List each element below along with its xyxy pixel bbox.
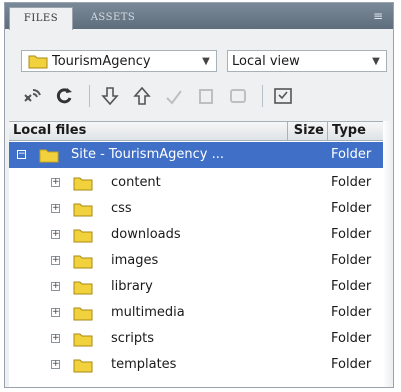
folder-type: Folder bbox=[331, 227, 372, 242]
toolbar bbox=[19, 81, 391, 111]
folder-icon bbox=[73, 307, 93, 321]
expand-plus-icon[interactable]: + bbox=[51, 360, 60, 369]
folder-name: downloads bbox=[111, 227, 181, 242]
folder-name: images bbox=[111, 253, 159, 268]
folder-type: Folder bbox=[331, 175, 372, 190]
expand-plus-icon[interactable]: + bbox=[51, 178, 60, 187]
table-row[interactable]: + templates Folder bbox=[9, 352, 391, 378]
folder-name: content bbox=[111, 175, 161, 190]
table-row[interactable]: + css Folder bbox=[9, 196, 391, 222]
table-row[interactable]: + library Folder bbox=[9, 274, 391, 300]
folder-type: Folder bbox=[331, 279, 372, 294]
tab-files[interactable]: FILES bbox=[9, 7, 73, 30]
table-row[interactable]: + images Folder bbox=[9, 248, 391, 274]
scrollbar-edge bbox=[383, 121, 391, 387]
table-row-root[interactable]: − Site - TourismAgency ... Folder bbox=[9, 142, 391, 168]
table-row[interactable]: + content Folder bbox=[9, 170, 391, 196]
folder-icon bbox=[73, 333, 93, 347]
folder-name: css bbox=[111, 201, 132, 216]
folder-icon bbox=[73, 281, 93, 295]
expand-plus-icon[interactable]: + bbox=[51, 230, 60, 239]
column-header-name[interactable]: Local files bbox=[13, 122, 86, 140]
folder-icon bbox=[73, 255, 93, 269]
expand-icon[interactable] bbox=[269, 83, 297, 109]
folder-icon bbox=[28, 55, 48, 69]
folder-icon bbox=[39, 149, 59, 163]
folder-type: Folder bbox=[331, 357, 372, 372]
view-select-value: Local view bbox=[232, 53, 300, 69]
table-row[interactable]: + downloads Folder bbox=[9, 222, 391, 248]
folder-type: Folder bbox=[331, 201, 372, 216]
folder-name: templates bbox=[111, 357, 177, 372]
root-folder-name: Site - TourismAgency ... bbox=[71, 147, 224, 162]
local-files-table: Local files Size Type − Site - TourismAg… bbox=[9, 121, 391, 387]
root-folder-type: Folder bbox=[331, 147, 372, 162]
table-row[interactable]: + scripts Folder bbox=[9, 326, 391, 352]
site-select-value: TourismAgency bbox=[52, 53, 151, 69]
refresh-icon[interactable] bbox=[51, 83, 79, 109]
table-row[interactable]: + multimedia Folder bbox=[9, 300, 391, 326]
files-panel: FILES ASSETS ≡ TourismAgency ▼ Local vie… bbox=[4, 2, 394, 388]
expand-plus-icon[interactable]: + bbox=[51, 204, 60, 213]
folder-icon bbox=[73, 203, 93, 217]
view-select[interactable]: Local view ▼ bbox=[227, 50, 387, 72]
connect-icon[interactable] bbox=[19, 83, 47, 109]
folder-icon bbox=[73, 359, 93, 373]
folder-name: multimedia bbox=[111, 305, 185, 320]
get-files-icon[interactable] bbox=[96, 83, 124, 109]
menu-icon[interactable]: ≡ bbox=[367, 9, 389, 23]
chevron-down-icon[interactable]: ▼ bbox=[366, 51, 386, 71]
panel-tab-strip: FILES ASSETS ≡ bbox=[5, 3, 393, 30]
toolbar-divider bbox=[89, 85, 90, 107]
folder-type: Folder bbox=[331, 253, 372, 268]
site-select[interactable]: TourismAgency ▼ bbox=[21, 50, 217, 72]
sync-icon[interactable] bbox=[224, 83, 252, 109]
toolbar-divider bbox=[262, 85, 263, 107]
folder-type: Folder bbox=[331, 331, 372, 346]
folder-icon bbox=[73, 177, 93, 191]
check-out-icon[interactable] bbox=[160, 83, 188, 109]
expand-plus-icon[interactable]: + bbox=[51, 334, 60, 343]
put-files-icon[interactable] bbox=[128, 83, 156, 109]
tab-assets[interactable]: ASSETS bbox=[75, 7, 151, 29]
expand-plus-icon[interactable]: + bbox=[51, 308, 60, 317]
folder-name: library bbox=[111, 279, 153, 294]
folder-icon bbox=[73, 229, 93, 243]
folder-type: Folder bbox=[331, 305, 372, 320]
check-in-icon[interactable] bbox=[192, 83, 220, 109]
chevron-down-icon[interactable]: ▼ bbox=[196, 51, 216, 71]
expand-plus-icon[interactable]: + bbox=[51, 256, 60, 265]
expand-plus-icon[interactable]: + bbox=[51, 282, 60, 291]
column-header-size[interactable]: Size bbox=[287, 122, 326, 140]
collapse-icon[interactable]: − bbox=[17, 150, 26, 159]
folder-name: scripts bbox=[111, 331, 154, 346]
table-header: Local files Size Type bbox=[9, 121, 391, 141]
